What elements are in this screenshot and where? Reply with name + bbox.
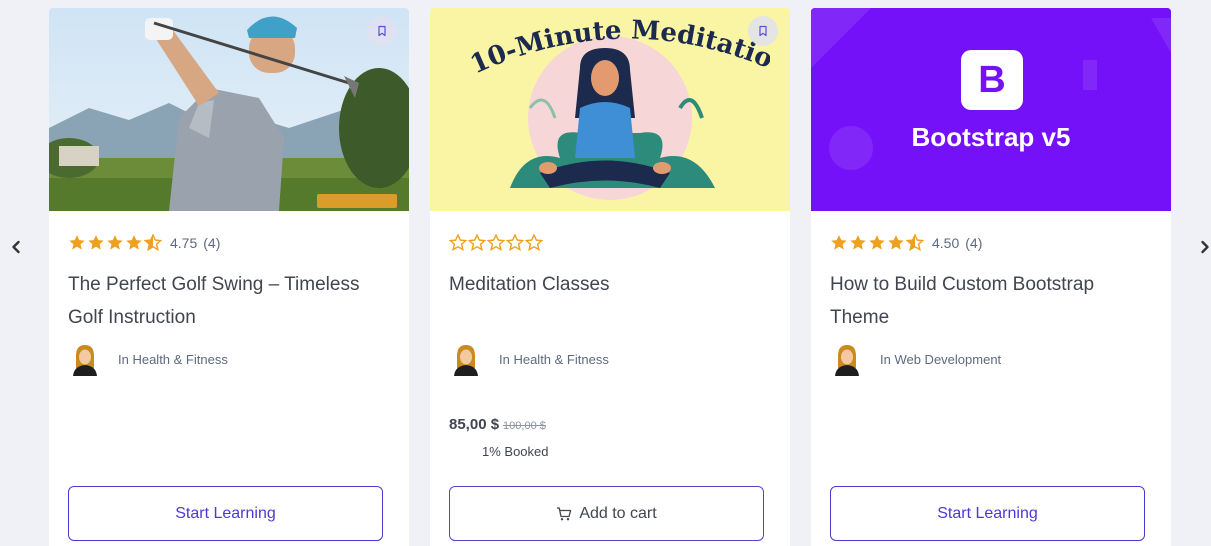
avatar[interactable] [449, 342, 483, 376]
star-empty-icon [487, 234, 505, 251]
course-card: 4.75 (4) The Perfect Golf Swing – Timele… [49, 8, 409, 546]
star-empty-icon [449, 234, 467, 251]
star-empty-icon [506, 234, 524, 251]
cart-icon [557, 506, 572, 520]
avatar[interactable] [68, 342, 102, 376]
rating: 4.75 (4) [68, 234, 220, 251]
course-category[interactable]: In Health & Fitness [499, 352, 609, 367]
course-title[interactable]: The Perfect Golf Swing – Timeless Golf I… [68, 268, 393, 334]
rating: 4.50 (4) [830, 234, 982, 251]
start-learning-button[interactable]: Start Learning [68, 486, 383, 541]
course-category[interactable]: In Web Development [880, 352, 1001, 367]
avatar[interactable] [830, 342, 864, 376]
rating-count: (4) [965, 234, 983, 251]
bookmark-button[interactable] [367, 16, 397, 46]
course-thumbnail[interactable]: B Bootstrap v5 [811, 8, 1171, 211]
star-empty-icon [525, 234, 543, 251]
star-empty-icon [468, 234, 486, 251]
bookmark-icon [378, 25, 386, 37]
svg-text:10-Minute Meditation: 10-Minute Meditation [470, 12, 770, 80]
booked-status: 1% Booked [482, 444, 549, 459]
course-card: B Bootstrap v5 4.50 (4) How to Build Cus… [811, 8, 1171, 546]
star-full-icon [869, 235, 885, 250]
course-thumbnail[interactable] [49, 8, 409, 211]
carousel-prev-button[interactable] [1, 232, 31, 262]
chevron-right-icon [1201, 240, 1209, 254]
start-learning-button[interactable]: Start Learning [830, 486, 1145, 541]
star-full-icon [888, 235, 904, 250]
rating-value: 4.50 [932, 234, 960, 251]
star-full-icon [850, 235, 866, 250]
course-category[interactable]: In Health & Fitness [118, 352, 228, 367]
bookmark-icon [759, 25, 767, 37]
rating-count: (4) [203, 234, 221, 251]
course-thumbnail[interactable]: 10-Minute Meditation [430, 8, 790, 211]
bootstrap-logo: B [978, 58, 1006, 101]
course-title[interactable]: How to Build Custom Bootstrap Theme [830, 268, 1155, 334]
star-half-icon [906, 234, 924, 251]
carousel-next-button[interactable] [1190, 232, 1211, 262]
course-card: 10-Minute Meditation Meditation Classes … [430, 8, 790, 546]
bookmark-button[interactable] [748, 16, 778, 46]
course-image-heading: Bootstrap v5 [911, 122, 1071, 152]
chevron-left-icon [12, 240, 20, 254]
course-image-heading: 10-Minute Meditation [461, 8, 777, 80]
star-full-icon [107, 235, 123, 250]
original-price: 100,00 $ [503, 420, 546, 432]
star-full-icon [88, 235, 104, 250]
price: 85,00 $ 100,00 $ [449, 416, 546, 433]
course-title[interactable]: Meditation Classes [449, 268, 774, 301]
rating-value: 4.75 [170, 234, 198, 251]
add-to-cart-label: Add to cart [579, 504, 657, 522]
star-half-icon [144, 234, 162, 251]
star-full-icon [69, 235, 85, 250]
star-full-icon [126, 235, 142, 250]
current-price: 85,00 $ [449, 416, 500, 433]
star-full-icon [831, 235, 847, 250]
add-to-cart-button[interactable]: Add to cart [449, 486, 764, 541]
rating [449, 234, 544, 251]
golfer-photo [49, 8, 409, 211]
